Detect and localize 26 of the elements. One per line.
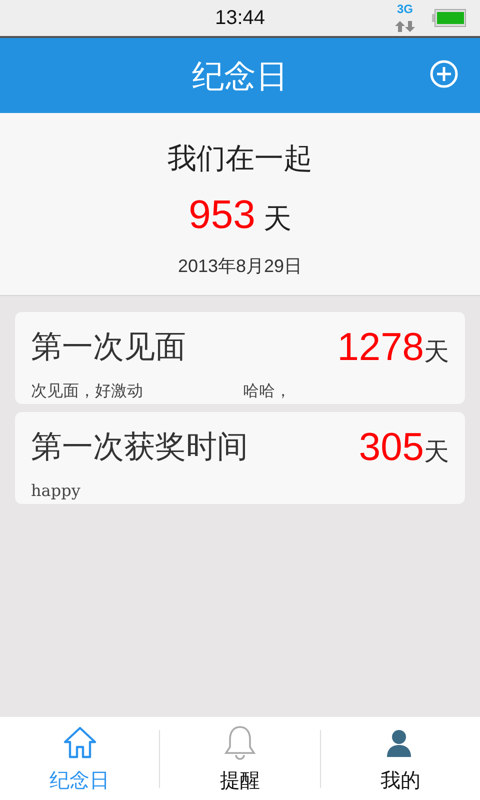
event-day-unit: 天 xyxy=(424,336,449,368)
event-note: 次见面，好激动 xyxy=(31,380,143,402)
event-title: 第一次获奖时间 xyxy=(31,428,248,467)
add-button[interactable] xyxy=(430,60,458,88)
home-icon xyxy=(62,725,98,761)
status-time: 13:44 xyxy=(214,6,266,31)
event-day-count: 1278 xyxy=(337,328,424,367)
event-card[interactable]: 第一次获奖时间 305天 happy xyxy=(15,412,465,504)
event-day-count: 305 xyxy=(358,428,424,467)
data-arrows-icon xyxy=(394,21,416,32)
event-card[interactable]: 第一次见面 1278天 次见面，好激动 哈哈， xyxy=(15,312,465,404)
start-date: 2013年8月29日 xyxy=(178,254,302,278)
tab[interactable]: 我的 xyxy=(320,717,480,800)
page-title: 纪念日 xyxy=(192,56,288,96)
event-title: 第一次见面 xyxy=(31,328,186,367)
tab[interactable]: 提醒 xyxy=(160,717,320,800)
event-note: happy xyxy=(31,480,80,502)
day-count: 953 xyxy=(188,192,256,238)
battery-icon xyxy=(432,9,466,27)
bell-icon xyxy=(222,725,257,761)
add-icon xyxy=(430,60,458,88)
event-note: 哈哈， xyxy=(243,380,291,402)
network-label: 3G xyxy=(396,3,414,15)
event-day-unit: 天 xyxy=(424,436,449,468)
summary-title: 我们在一起 xyxy=(168,140,312,177)
day-unit: 天 xyxy=(263,200,292,236)
